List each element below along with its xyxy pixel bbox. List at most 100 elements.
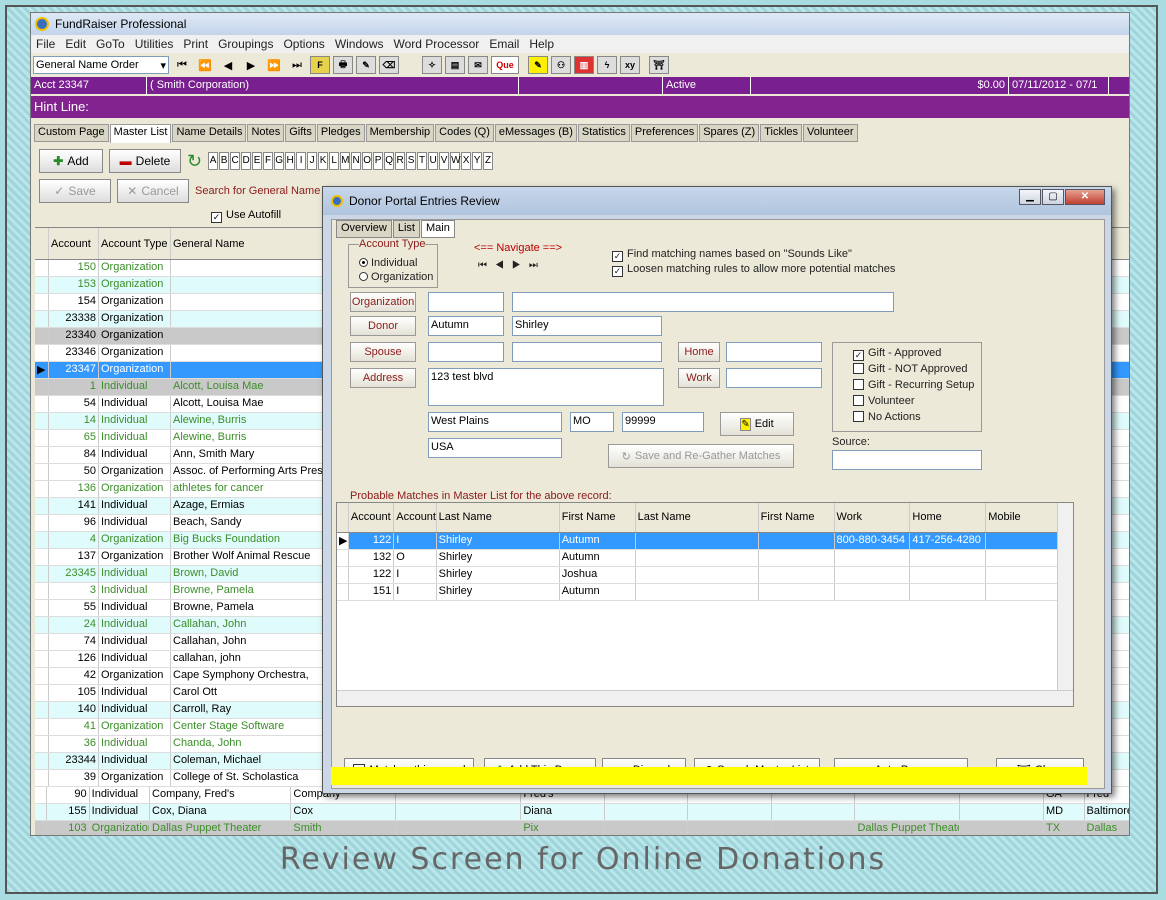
tab-item[interactable]: Master List bbox=[109, 124, 172, 143]
alpha-letter[interactable]: I bbox=[296, 152, 307, 170]
tab-item[interactable]: Volunteer bbox=[803, 124, 858, 142]
country-field[interactable]: USA bbox=[428, 438, 562, 458]
state-field[interactable]: MO bbox=[570, 412, 614, 432]
menu-item[interactable]: Email bbox=[484, 37, 524, 51]
alpha-letter[interactable]: C bbox=[230, 152, 241, 170]
matches-col-header[interactable]: Home bbox=[910, 503, 987, 532]
alpha-letter[interactable]: J bbox=[307, 152, 318, 170]
matches-col-header[interactable]: Last Name bbox=[437, 503, 560, 532]
alpha-letter[interactable]: L bbox=[329, 152, 340, 170]
tab-item[interactable]: Gifts bbox=[285, 124, 316, 142]
col-account[interactable]: Account bbox=[49, 228, 99, 259]
alpha-letter[interactable]: F bbox=[263, 152, 274, 170]
dialog-tab[interactable]: Main bbox=[420, 220, 455, 238]
last-record-icon[interactable]: ⏭ bbox=[287, 56, 307, 74]
menu-item[interactable]: Groupings bbox=[213, 37, 278, 51]
note-icon[interactable]: ✎ bbox=[528, 56, 548, 74]
dialog-tab[interactable]: Overview bbox=[336, 220, 392, 238]
address-field[interactable]: 123 test blvd bbox=[428, 368, 664, 406]
alpha-letter[interactable]: N bbox=[351, 152, 362, 170]
menu-item[interactable]: Print bbox=[178, 37, 213, 51]
xy-icon[interactable]: xy bbox=[620, 56, 640, 74]
minimize-button[interactable]: ▁ bbox=[1019, 189, 1041, 205]
print-icon[interactable]: 🖶 bbox=[333, 56, 353, 74]
save-regather-button[interactable]: ↻ Save and Re-Gather Matches bbox=[608, 444, 794, 468]
edit-button[interactable]: ✎ Edit bbox=[720, 412, 794, 436]
alpha-letter[interactable]: Y bbox=[472, 152, 483, 170]
match-row[interactable]: 122 I Shirley Joshua bbox=[337, 567, 1073, 584]
alpha-letter[interactable]: H bbox=[285, 152, 296, 170]
matches-col-header[interactable]: Last Name bbox=[636, 503, 759, 532]
organization-field-2[interactable] bbox=[512, 292, 894, 312]
alpha-letter[interactable]: B bbox=[219, 152, 230, 170]
people-icon[interactable]: ⚇ bbox=[551, 56, 571, 74]
alpha-letter[interactable]: D bbox=[241, 152, 252, 170]
alpha-letter[interactable]: M bbox=[340, 152, 351, 170]
matches-col-header[interactable]: First Name bbox=[759, 503, 835, 532]
spouse-first-field[interactable] bbox=[428, 342, 504, 362]
maximize-button[interactable]: ▢ bbox=[1042, 189, 1064, 205]
organization-button[interactable]: Organization bbox=[350, 292, 416, 312]
pen-icon[interactable]: ✎ bbox=[356, 56, 376, 74]
tab-item[interactable]: Pledges bbox=[316, 124, 365, 142]
menu-item[interactable]: Options bbox=[278, 37, 329, 51]
menu-item[interactable]: Help bbox=[524, 37, 559, 51]
table-row[interactable]: 155 Individual Cox, Diana Cox Diana MD Baltimo… bbox=[35, 804, 1129, 821]
donor-button[interactable]: Donor bbox=[350, 316, 416, 336]
close-window-button[interactable]: ✕ bbox=[1065, 189, 1105, 205]
donor-first-field[interactable]: Autumn bbox=[428, 316, 504, 336]
organization-field[interactable] bbox=[428, 292, 504, 312]
eraser-icon[interactable]: ⌫ bbox=[379, 56, 399, 74]
matches-col-header[interactable]: Account bbox=[349, 503, 395, 532]
menu-item[interactable]: Word Processor bbox=[389, 37, 485, 51]
envelope-icon[interactable]: ✉ bbox=[468, 56, 488, 74]
tab-item[interactable]: Custom Page bbox=[34, 124, 109, 142]
matches-col-header[interactable]: Work bbox=[835, 503, 911, 532]
menu-item[interactable]: Utilities bbox=[130, 37, 179, 51]
alpha-letter[interactable]: T bbox=[417, 152, 428, 170]
tab-item[interactable]: Preferences bbox=[630, 124, 699, 142]
calendar-icon[interactable]: ▥ bbox=[574, 56, 594, 74]
alpha-letter[interactable]: G bbox=[274, 152, 285, 170]
alpha-letter[interactable]: E bbox=[252, 152, 263, 170]
source-field[interactable] bbox=[832, 450, 982, 470]
spouse-button[interactable]: Spouse bbox=[350, 342, 416, 362]
refresh-icon[interactable]: ↻ bbox=[187, 151, 202, 172]
col-account-type[interactable]: Account Type bbox=[99, 228, 171, 259]
alpha-letter[interactable]: Q bbox=[384, 152, 395, 170]
tab-item[interactable]: Name Details bbox=[172, 124, 247, 142]
tab-item[interactable]: Spares (Z) bbox=[699, 124, 760, 142]
save-button[interactable]: ✓ Save bbox=[39, 179, 111, 203]
cancel-button[interactable]: ✕ Cancel bbox=[117, 179, 189, 203]
work-button[interactable]: Work bbox=[678, 368, 720, 388]
alpha-letter[interactable]: W bbox=[450, 152, 461, 170]
match-row[interactable]: 132 O Shirley Autumn bbox=[337, 550, 1073, 567]
prev-record-icon[interactable]: ◀ bbox=[218, 56, 238, 74]
first-record-icon[interactable]: ⏮ bbox=[172, 56, 192, 74]
alpha-letter[interactable]: P bbox=[373, 152, 384, 170]
database-icon[interactable]: ▤ bbox=[445, 56, 465, 74]
action-checkbox[interactable]: Gift - NOT Approved bbox=[853, 363, 967, 375]
use-autofill-checkbox[interactable]: ✓ Use Autofill bbox=[211, 209, 281, 223]
match-row[interactable]: 151 I Shirley Autumn bbox=[337, 584, 1073, 601]
next-record-icon[interactable]: ▶ bbox=[241, 56, 261, 74]
alpha-letter[interactable]: A bbox=[208, 152, 219, 170]
filter-icon[interactable]: F bbox=[310, 56, 330, 74]
alpha-letter[interactable]: S bbox=[406, 152, 417, 170]
city-field[interactable]: West Plains bbox=[428, 412, 562, 432]
matches-hscroll[interactable] bbox=[337, 690, 1073, 706]
delete-button[interactable]: ▬ Delete bbox=[109, 149, 181, 173]
tab-item[interactable]: Tickles bbox=[760, 124, 803, 142]
page-forward-icon[interactable]: ⏩ bbox=[264, 56, 284, 74]
tab-item[interactable]: Codes (Q) bbox=[435, 124, 494, 142]
loosen-rules-checkbox[interactable]: ✓ Loosen matching rules to allow more pot… bbox=[612, 263, 895, 277]
navigate-buttons[interactable]: ⏮◀▶⏭ bbox=[478, 260, 546, 271]
matches-col-header[interactable]: Mobile bbox=[986, 503, 1064, 532]
alpha-letter[interactable]: O bbox=[362, 152, 373, 170]
alpha-letter[interactable]: K bbox=[318, 152, 329, 170]
home-button[interactable]: Home bbox=[678, 342, 720, 362]
alpha-letter[interactable]: V bbox=[439, 152, 450, 170]
tab-item[interactable]: Notes bbox=[247, 124, 285, 142]
action-checkbox[interactable]: Gift - Recurring Setup bbox=[853, 379, 974, 391]
menu-item[interactable]: GoTo bbox=[91, 37, 130, 51]
